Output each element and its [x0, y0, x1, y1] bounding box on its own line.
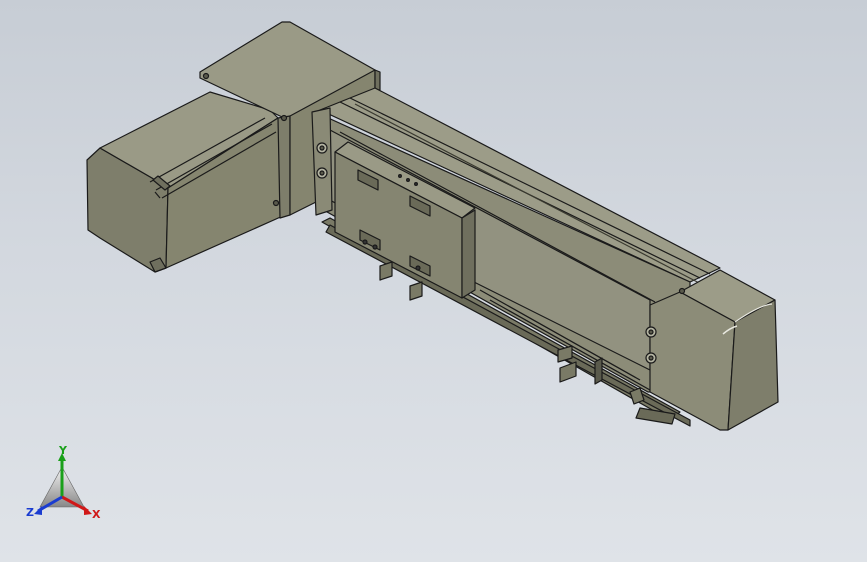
- motor-body[interactable]: [86, 91, 286, 273]
- x-axis-label: X: [92, 508, 101, 521]
- z-axis-arrowhead: [34, 506, 42, 515]
- linear-actuator-model[interactable]: [0, 0, 867, 562]
- y-axis-label: Y: [58, 445, 68, 457]
- coordinate-triad[interactable]: Y X Z: [22, 445, 112, 525]
- z-axis-label: Z: [26, 506, 34, 519]
- x-axis-arrowhead: [84, 506, 92, 515]
- graphics-viewport[interactable]: Y X Z: [0, 0, 867, 562]
- rail-end-left[interactable]: [311, 107, 333, 216]
